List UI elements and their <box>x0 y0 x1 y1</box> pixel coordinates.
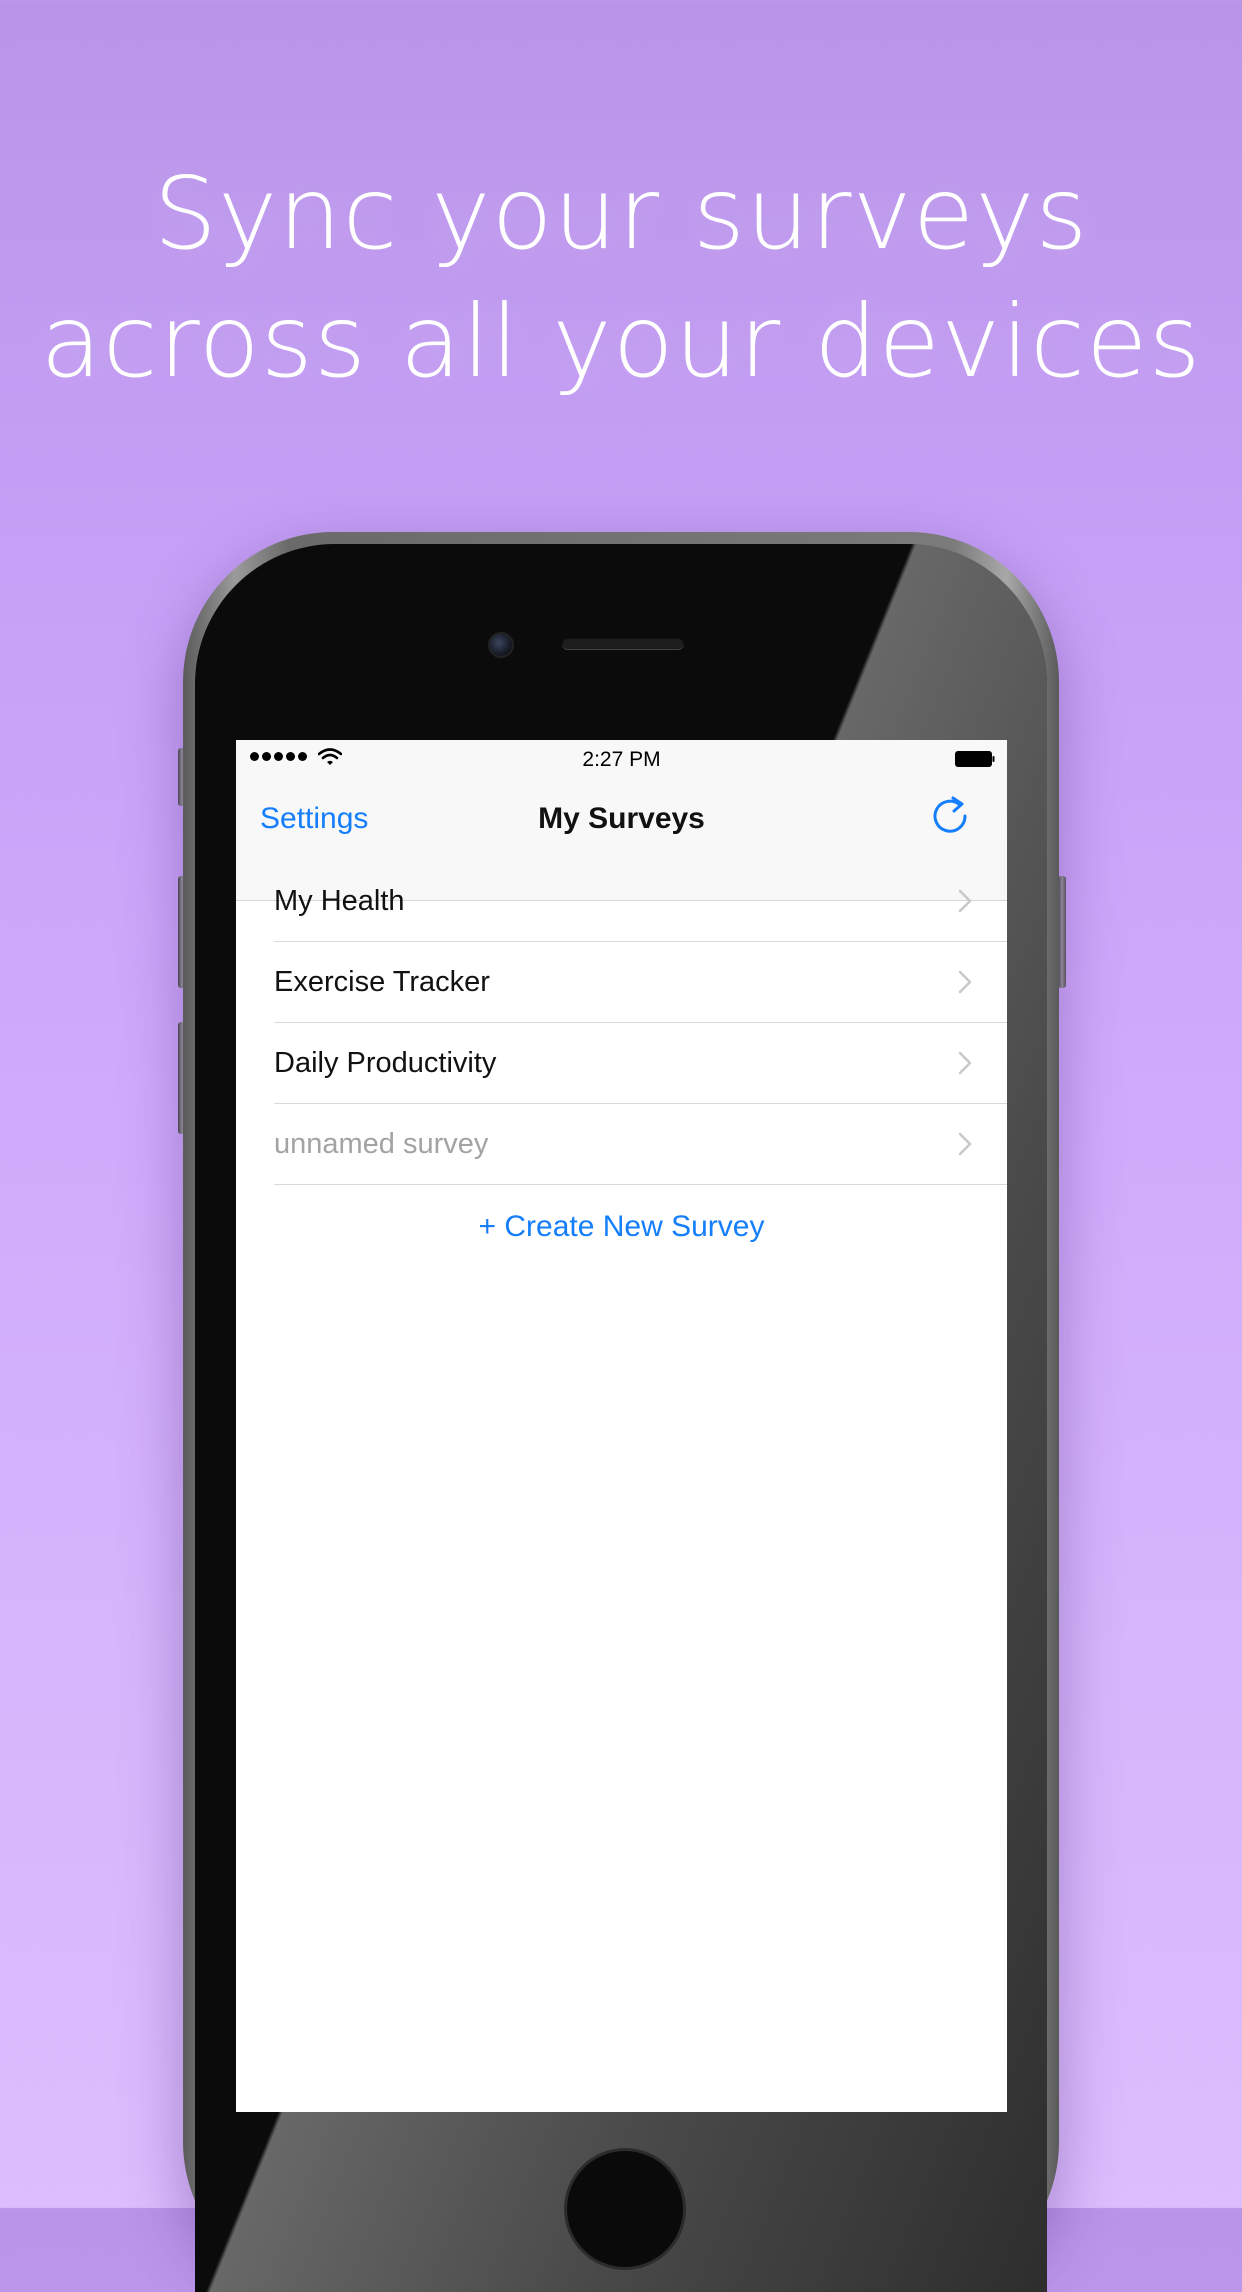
status-bar: 2:27 PM <box>236 740 1007 780</box>
survey-row-unnamed[interactable]: unnamed survey <box>236 1104 1007 1185</box>
app-screen: 2:27 PM Settings My Surveys My Health Ex… <box>236 740 1007 2112</box>
chevron-right-icon <box>958 970 972 994</box>
survey-row-daily-productivity[interactable]: Daily Productivity <box>236 1023 1007 1104</box>
headline: Sync your surveys across all your device… <box>0 150 1242 406</box>
battery-icon <box>955 751 995 767</box>
front-camera <box>488 632 514 658</box>
survey-list: My Health Exercise Tracker Daily Product… <box>236 861 1007 1185</box>
survey-row-my-health[interactable]: My Health <box>236 861 1007 942</box>
headline-line-2: across all your devices <box>40 283 1202 400</box>
power-button <box>1058 876 1066 988</box>
refresh-icon[interactable] <box>927 792 973 838</box>
page-title: My Surveys <box>538 802 705 835</box>
headline-line-1: Sync your surveys <box>153 155 1089 272</box>
home-button[interactable] <box>564 2148 686 2270</box>
survey-label: unnamed survey <box>274 1128 489 1160</box>
status-time: 2:27 PM <box>582 748 661 771</box>
create-new-survey-button[interactable]: + Create New Survey <box>236 1210 1007 1244</box>
chevron-right-icon <box>958 889 972 913</box>
survey-label: My Health <box>274 885 405 917</box>
earpiece-speaker <box>562 637 684 649</box>
survey-row-exercise-tracker[interactable]: Exercise Tracker <box>236 942 1007 1023</box>
chevron-right-icon <box>958 1051 972 1075</box>
survey-label: Daily Productivity <box>274 1047 497 1079</box>
survey-label: Exercise Tracker <box>274 966 490 998</box>
chevron-right-icon <box>958 1132 972 1156</box>
